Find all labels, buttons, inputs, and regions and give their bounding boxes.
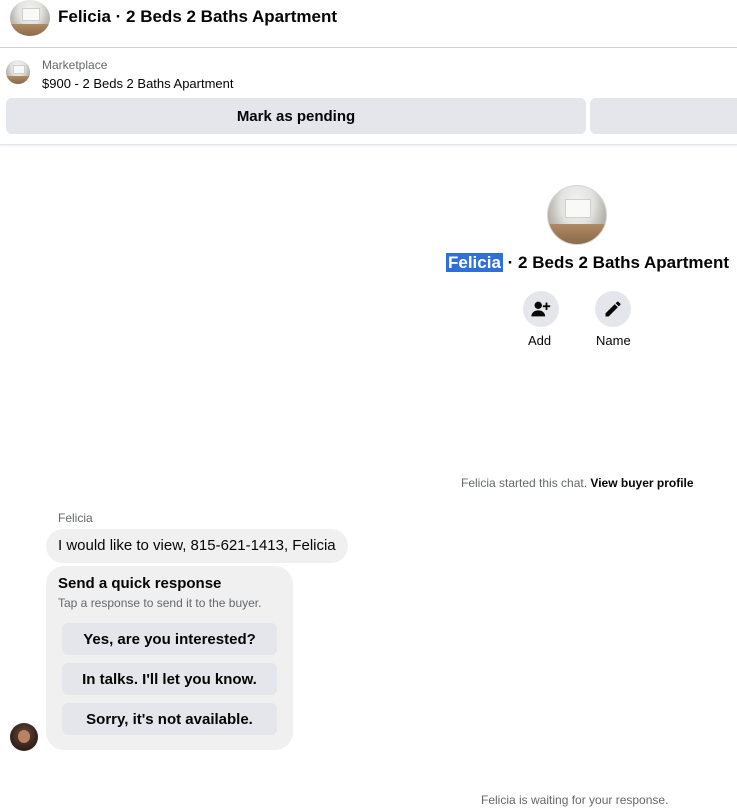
profile-title-rest: · 2 Beds 2 Baths Apartment (502, 253, 730, 272)
add-label: Add (528, 333, 552, 348)
listing-source: Marketplace (42, 58, 108, 72)
chat-title[interactable]: Felicia · 2 Beds 2 Baths Apartment (58, 7, 337, 27)
name-label: Name (596, 333, 631, 348)
view-buyer-profile-link[interactable]: View buyer profile (590, 476, 693, 490)
mark-as-pending-button[interactable]: Mark as pending (6, 98, 586, 134)
listing-bar: Marketplace $900 - 2 Beds 2 Baths Apartm… (0, 48, 737, 145)
quick-response-option[interactable]: Yes, are you interested? (62, 623, 277, 655)
chat-started-text: Felicia started this chat. (461, 476, 588, 490)
waiting-status: Felicia is waiting for your response. (481, 793, 669, 807)
pencil-icon (605, 301, 621, 317)
chat-header: Felicia · 2 Beds 2 Baths Apartment (0, 0, 737, 48)
listing-price-title[interactable]: $900 - 2 Beds 2 Baths Apartment (42, 76, 234, 91)
add-person-button[interactable] (523, 291, 559, 327)
profile-thumbnail (547, 185, 607, 245)
secondary-action-button[interactable] (590, 98, 737, 134)
quick-response-subtitle: Tap a response to send it to the buyer. (58, 596, 262, 610)
profile-title: Felicia · 2 Beds 2 Baths Apartment (446, 253, 729, 273)
add-person-icon (531, 301, 551, 317)
chat-started-note: Felicia started this chat. View buyer pr… (461, 476, 694, 490)
listing-small-thumbnail[interactable] (6, 60, 30, 84)
quick-response-title: Send a quick response (58, 575, 222, 592)
message-sender-name: Felicia (58, 511, 93, 525)
quick-response-option[interactable]: In talks. I'll let you know. (62, 663, 277, 695)
sender-avatar[interactable] (10, 723, 38, 751)
message-bubble: I would like to view, 815-621-1413, Feli… (46, 529, 348, 563)
quick-response-card: Send a quick response Tap a response to … (46, 566, 293, 750)
highlighted-name: Felicia (446, 253, 503, 272)
quick-response-option[interactable]: Sorry, it's not available. (62, 703, 277, 735)
edit-name-button[interactable] (595, 291, 631, 327)
listing-thumbnail[interactable] (10, 0, 50, 36)
